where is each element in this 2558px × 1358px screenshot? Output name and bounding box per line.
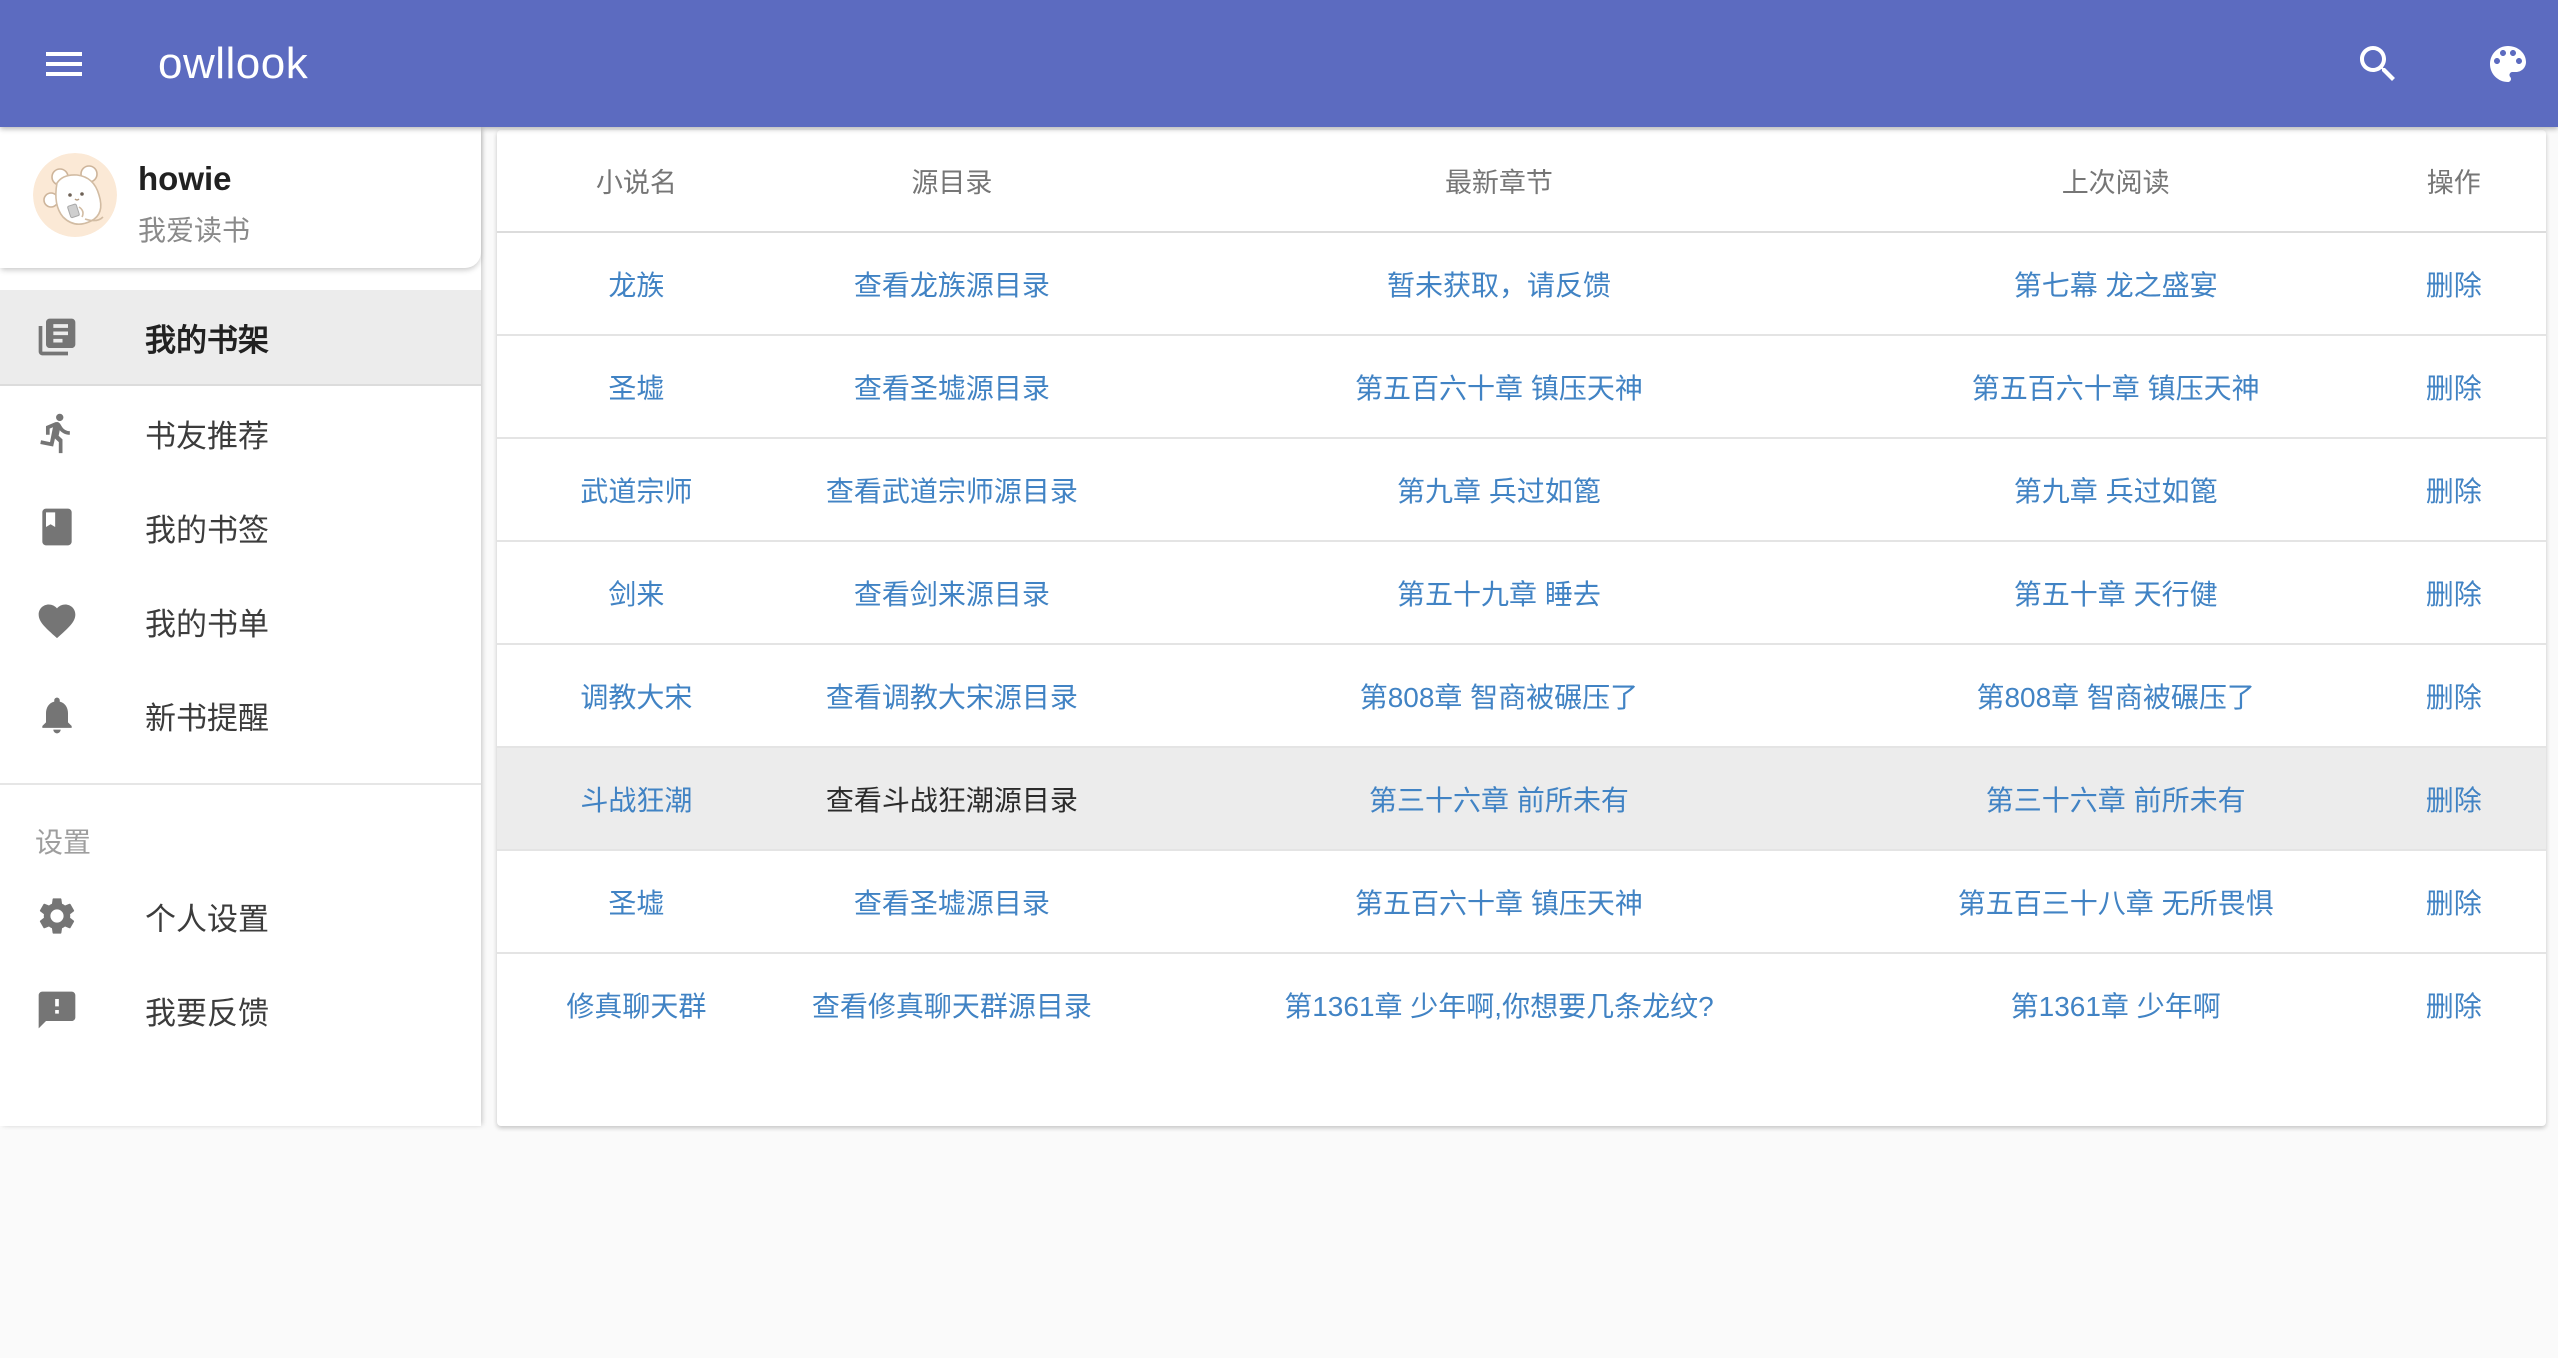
last-read-link[interactable]: 第五百三十八章 无所畏惧: [1958, 882, 2274, 922]
hamster-avatar-illustration: [33, 153, 117, 237]
table-row-highlighted: 斗战狂潮 查看斗战狂潮源目录 第三十六章 前所未有 第三十六章 前所未有 删除: [497, 748, 2546, 851]
app-header: owllook: [0, 0, 2558, 127]
novel-name-link[interactable]: 修真聊天群: [566, 985, 706, 1025]
sidebar-item-my-bookshelf[interactable]: 我的书架: [0, 290, 481, 386]
novel-name-link[interactable]: 斗战狂潮: [580, 779, 692, 819]
source-catalog-link[interactable]: 查看修真聊天群源目录: [812, 985, 1092, 1025]
table-row: 圣墟 查看圣墟源目录 第五百六十章 镇压天神 第五百六十章 镇压天神 删除: [497, 336, 2546, 439]
latest-chapter-link[interactable]: 第三十六章 前所未有: [1369, 779, 1629, 819]
search-button[interactable]: [2346, 32, 2410, 96]
delete-link[interactable]: 删除: [2426, 985, 2482, 1025]
user-name: howie: [138, 160, 232, 198]
source-catalog-link[interactable]: 查看斗战狂潮源目录: [826, 779, 1078, 819]
sidebar-item-label: 我要反馈: [145, 988, 269, 1033]
last-read-link[interactable]: 第九章 兵过如篦: [2014, 470, 2218, 510]
last-read-link[interactable]: 第五百六十章 镇压天神: [1972, 367, 2260, 407]
sidebar: howie 我爱读书 我的书架 书友推荐 我的书签: [0, 127, 481, 1126]
novel-name-link[interactable]: 龙族: [608, 264, 664, 304]
sidebar-item-label: 新书提醒: [145, 693, 269, 738]
theme-button[interactable]: [2476, 32, 2540, 96]
source-catalog-link[interactable]: 查看剑来源目录: [854, 573, 1050, 613]
app-title: owllook: [158, 39, 308, 89]
sidebar-item-label: 我的书架: [145, 315, 269, 360]
sidebar-item-label: 我的书单: [145, 599, 269, 644]
menu-button[interactable]: [32, 32, 96, 96]
column-header-actions: 操作: [2362, 130, 2546, 231]
sidebar-item-label: 我的书签: [145, 505, 269, 550]
latest-chapter-link[interactable]: 第808章 智商被碾压了: [1360, 676, 1639, 716]
latest-chapter-link[interactable]: 第九章 兵过如篦: [1397, 470, 1601, 510]
book-bookmark-icon: [35, 505, 79, 549]
user-profile[interactable]: howie 我爱读书: [0, 127, 481, 268]
latest-chapter-link[interactable]: 暂未获取，请反馈: [1387, 264, 1611, 304]
novel-name-link[interactable]: 武道宗师: [580, 470, 692, 510]
bookshelf-table: 小说名 源目录 最新章节 上次阅读 操作 龙族 查看龙族源目录 暂未获取，请反馈…: [497, 130, 2546, 1126]
table-row: 圣墟 查看圣墟源目录 第五百六十章 镇压天神 第五百三十八章 无所畏惧 删除: [497, 851, 2546, 954]
table-header-row: 小说名 源目录 最新章节 上次阅读 操作: [497, 130, 2546, 233]
sidebar-item-new-book-alert[interactable]: 新书提醒: [0, 668, 481, 762]
last-read-link[interactable]: 第五十章 天行健: [2014, 573, 2218, 613]
menu-icon: [40, 40, 88, 88]
delete-link[interactable]: 删除: [2426, 573, 2482, 613]
running-person-icon: [35, 411, 79, 455]
novel-name-link[interactable]: 调教大宋: [580, 676, 692, 716]
table-row: 调教大宋 查看调教大宋源目录 第808章 智商被碾压了 第808章 智商被碾压了…: [497, 645, 2546, 748]
user-tagline: 我爱读书: [138, 209, 250, 249]
owllook-app: owllook: [0, 0, 2558, 1358]
search-icon: [2354, 40, 2402, 88]
latest-chapter-link[interactable]: 第1361章 少年啊,你想要几条龙纹?: [1284, 985, 1713, 1025]
latest-chapter-link[interactable]: 第五十九章 睡去: [1397, 573, 1601, 613]
heart-icon: [35, 599, 79, 643]
gear-icon: [35, 894, 79, 938]
sidebar-item-personal-settings[interactable]: 个人设置: [0, 869, 481, 963]
source-catalog-link[interactable]: 查看圣墟源目录: [854, 882, 1050, 922]
delete-link[interactable]: 删除: [2426, 779, 2482, 819]
delete-link[interactable]: 删除: [2426, 470, 2482, 510]
delete-link[interactable]: 删除: [2426, 676, 2482, 716]
sidebar-item-label: 书友推荐: [145, 411, 269, 456]
palette-icon: [2484, 40, 2532, 88]
avatar: [33, 153, 117, 237]
sidebar-item-my-bookmarks[interactable]: 我的书签: [0, 480, 481, 574]
last-read-link[interactable]: 第1361章 少年啊: [2011, 985, 2221, 1025]
delete-link[interactable]: 删除: [2426, 367, 2482, 407]
delete-link[interactable]: 删除: [2426, 264, 2482, 304]
source-catalog-link[interactable]: 查看调教大宋源目录: [826, 676, 1078, 716]
feedback-icon: [35, 988, 79, 1032]
source-catalog-link[interactable]: 查看圣墟源目录: [854, 367, 1050, 407]
column-header-last-read: 上次阅读: [1870, 130, 2362, 231]
bell-icon: [35, 693, 79, 737]
source-catalog-link[interactable]: 查看武道宗师源目录: [826, 470, 1078, 510]
table-row: 龙族 查看龙族源目录 暂未获取，请反馈 第七幕 龙之盛宴 删除: [497, 233, 2546, 336]
table-row: 武道宗师 查看武道宗师源目录 第九章 兵过如篦 第九章 兵过如篦 删除: [497, 439, 2546, 542]
sidebar-nav: 我的书架 书友推荐 我的书签 我的书单: [0, 290, 481, 762]
column-header-novel-name: 小说名: [497, 130, 776, 231]
latest-chapter-link[interactable]: 第五百六十章 镇压天神: [1355, 367, 1643, 407]
column-header-latest-chapter: 最新章节: [1128, 130, 1870, 231]
sidebar-item-label: 个人设置: [145, 894, 269, 939]
last-read-link[interactable]: 第808章 智商被碾压了: [1976, 676, 2255, 716]
sidebar-item-friend-recommend[interactable]: 书友推荐: [0, 386, 481, 480]
last-read-link[interactable]: 第三十六章 前所未有: [1986, 779, 2246, 819]
table-row: 修真聊天群 查看修真聊天群源目录 第1361章 少年啊,你想要几条龙纹? 第13…: [497, 954, 2546, 1055]
table-row: 剑来 查看剑来源目录 第五十九章 睡去 第五十章 天行健 删除: [497, 542, 2546, 645]
latest-chapter-link[interactable]: 第五百六十章 镇压天神: [1355, 882, 1643, 922]
novel-name-link[interactable]: 剑来: [608, 573, 664, 613]
delete-link[interactable]: 删除: [2426, 882, 2482, 922]
sidebar-item-feedback[interactable]: 我要反馈: [0, 963, 481, 1057]
sidebar-settings-nav: 个人设置 我要反馈: [0, 869, 481, 1057]
novel-name-link[interactable]: 圣墟: [608, 882, 664, 922]
column-header-source-catalog: 源目录: [776, 130, 1128, 231]
library-books-icon: [35, 315, 79, 359]
sidebar-item-my-booklist[interactable]: 我的书单: [0, 574, 481, 668]
source-catalog-link[interactable]: 查看龙族源目录: [854, 264, 1050, 304]
last-read-link[interactable]: 第七幕 龙之盛宴: [2014, 264, 2218, 304]
settings-section-label: 设置: [35, 827, 91, 858]
settings-section-header: 设置: [0, 783, 481, 861]
novel-name-link[interactable]: 圣墟: [608, 367, 664, 407]
